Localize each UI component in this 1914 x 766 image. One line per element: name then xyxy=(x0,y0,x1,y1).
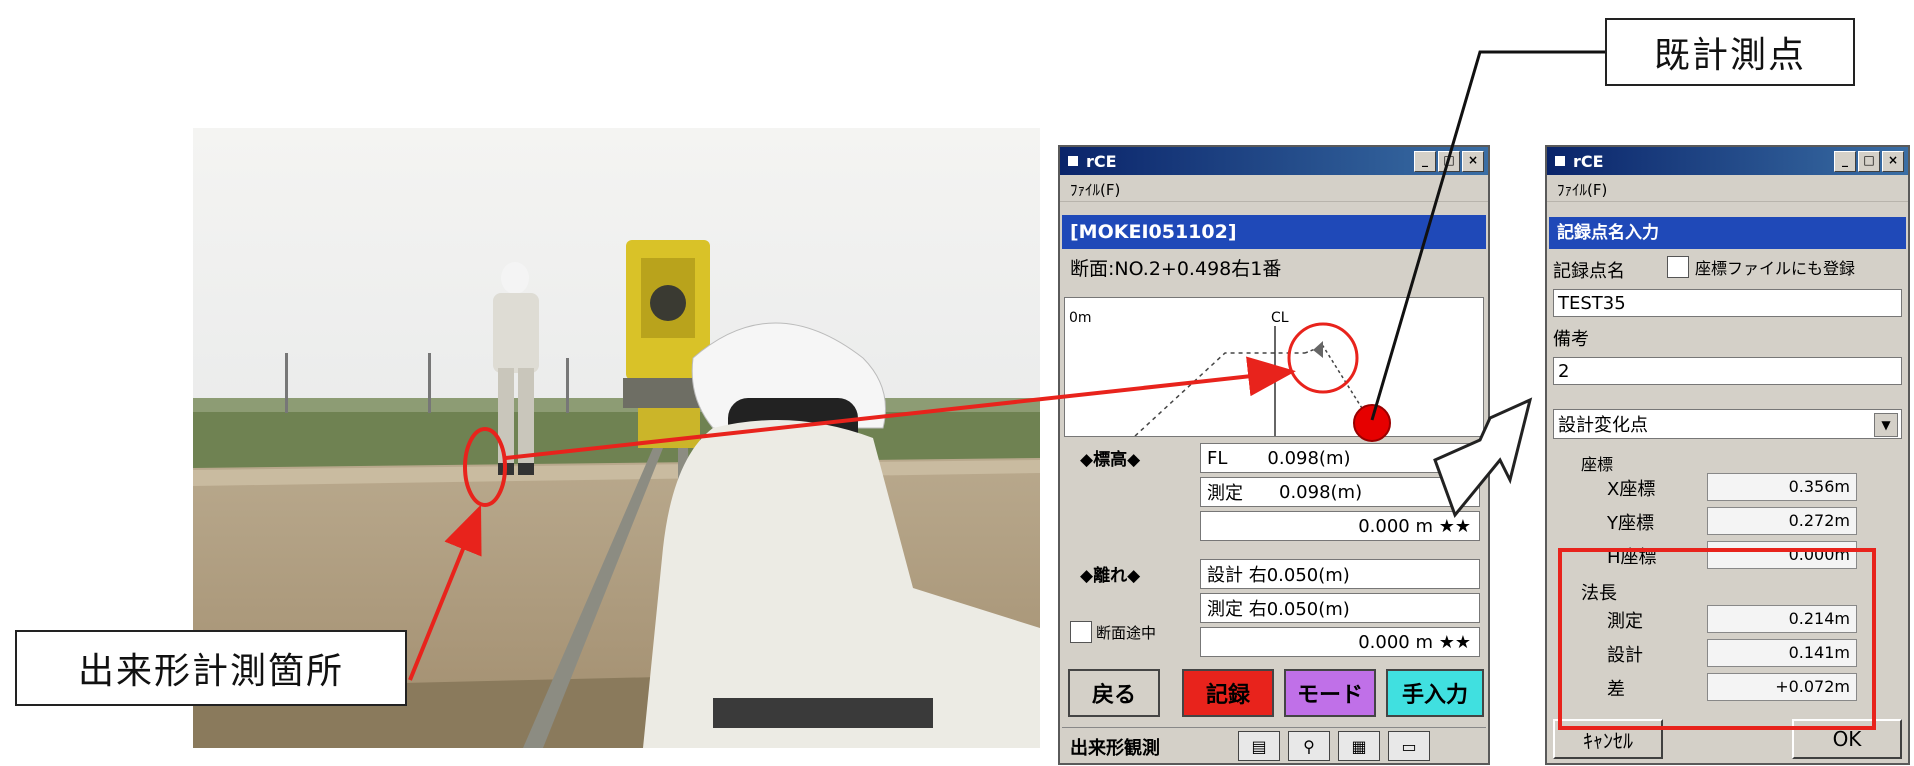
offset-label: ◆離れ◆ xyxy=(1080,566,1141,586)
register-coordinate-checkbox[interactable]: 座標ファイルにも登録 xyxy=(1667,255,1855,279)
minimize-button[interactable]: _ xyxy=(1414,151,1436,172)
manual-input-button[interactable]: 手入力 xyxy=(1386,669,1484,717)
chevron-down-icon[interactable]: ▼ xyxy=(1874,413,1898,437)
slope-line xyxy=(1304,345,1366,414)
design-section-line xyxy=(1134,352,1305,437)
back-button[interactable]: 戻る xyxy=(1068,669,1160,717)
app-icon xyxy=(1555,156,1565,166)
current-point-marker xyxy=(1313,341,1323,358)
status-label: 出来形観測 xyxy=(1070,738,1160,759)
remarks-input[interactable]: 2 xyxy=(1553,357,1902,385)
menu-file[interactable]: ﾌｧｲﾙ(F) xyxy=(1070,179,1120,200)
design-offset-field: 設計 右0.050(m) xyxy=(1200,559,1480,589)
window1-title: rCE xyxy=(1086,151,1117,171)
remarks-label: 備考 xyxy=(1553,329,1589,350)
close-button[interactable]: × xyxy=(1462,151,1484,172)
measured-label: 測定 xyxy=(1207,483,1243,504)
window2-menubar: ﾌｧｲﾙ(F) xyxy=(1547,177,1908,202)
dialog-title: 記録点名入力 xyxy=(1549,217,1906,249)
coord-y-label: Y座標 xyxy=(1607,513,1654,534)
point-name-input[interactable]: TEST35 xyxy=(1553,289,1902,317)
record-button[interactable]: 記録 xyxy=(1182,669,1274,717)
checkbox-box[interactable] xyxy=(1667,256,1689,278)
section-midway-checkbox[interactable]: 断面途中 xyxy=(1070,621,1156,643)
section-midway-label: 断面途中 xyxy=(1096,623,1157,642)
elevation-label: ◆標高◆ xyxy=(1080,450,1141,470)
checkbox-box[interactable] xyxy=(1070,621,1092,643)
register-checkbox-label: 座標ファイルにも登録 xyxy=(1695,259,1856,278)
coord-x-label: X座標 xyxy=(1607,479,1656,500)
fl-field: FL 0.098(m) xyxy=(1200,443,1480,473)
window2-title: rCE xyxy=(1573,151,1604,171)
slope-length-highlight-box xyxy=(1558,548,1876,730)
close-button[interactable]: × xyxy=(1882,151,1904,172)
coord-y-value: 0.272m xyxy=(1707,507,1857,535)
coord-x-value: 0.356m xyxy=(1707,473,1857,501)
minimize-button[interactable]: _ xyxy=(1834,151,1856,172)
measured-value: 0.098(m) xyxy=(1279,481,1363,503)
measured-offset-field: 測定 右0.050(m) xyxy=(1200,593,1480,623)
grid-icon[interactable]: ▦ xyxy=(1338,731,1380,761)
elev-diff-field: 0.000 m ★★ xyxy=(1200,511,1480,541)
maximize-button[interactable]: □ xyxy=(1858,151,1880,172)
survey-point-callout: 既計測点 xyxy=(1605,18,1855,86)
maximize-button[interactable]: □ xyxy=(1438,151,1460,172)
plot-cl-label: CL xyxy=(1271,310,1289,326)
window2-titlebar: rCE _ □ × xyxy=(1547,147,1908,175)
clipboard-icon[interactable]: ▤ xyxy=(1238,731,1280,761)
fl-value: 0.098(m) xyxy=(1267,447,1351,469)
status-bar: 出来形観測 ▤ ⚲ ▦ ▭ xyxy=(1062,727,1486,763)
window1-titlebar: rCE _ □ × xyxy=(1060,147,1488,175)
fl-label: FL xyxy=(1207,447,1228,469)
project-header: [MOKEI051102] xyxy=(1062,215,1486,249)
menu-file[interactable]: ﾌｧｲﾙ(F) xyxy=(1557,179,1607,200)
measured-elev-field: 測定 0.098(m) xyxy=(1200,477,1480,507)
offset-diff-field: 0.000 m ★★ xyxy=(1200,627,1480,657)
window1-menubar: ﾌｧｲﾙ(F) xyxy=(1060,177,1488,202)
cross-section-plot: 0m CL xyxy=(1064,297,1484,437)
coords-label: 座標 xyxy=(1581,455,1614,474)
app-icon xyxy=(1068,156,1078,166)
point-type-value: 設計変化点 xyxy=(1558,415,1648,436)
plot-left-label: 0m xyxy=(1069,310,1092,326)
point-name-label: 記録点名 xyxy=(1553,261,1625,282)
rce-measure-window: rCE _ □ × ﾌｧｲﾙ(F) [MOKEI051102] 断面:NO.2+… xyxy=(1058,145,1490,765)
point-type-select[interactable]: 設計変化点 ▼ xyxy=(1553,409,1902,439)
magnifier-icon[interactable]: ⚲ xyxy=(1288,731,1330,761)
section-label: 断面:NO.2+0.498右1番 xyxy=(1070,258,1282,280)
battery-icon[interactable]: ▭ xyxy=(1388,731,1430,761)
measurement-location-callout: 出来形計測箇所 xyxy=(15,630,407,706)
mode-button[interactable]: モード xyxy=(1284,669,1376,717)
